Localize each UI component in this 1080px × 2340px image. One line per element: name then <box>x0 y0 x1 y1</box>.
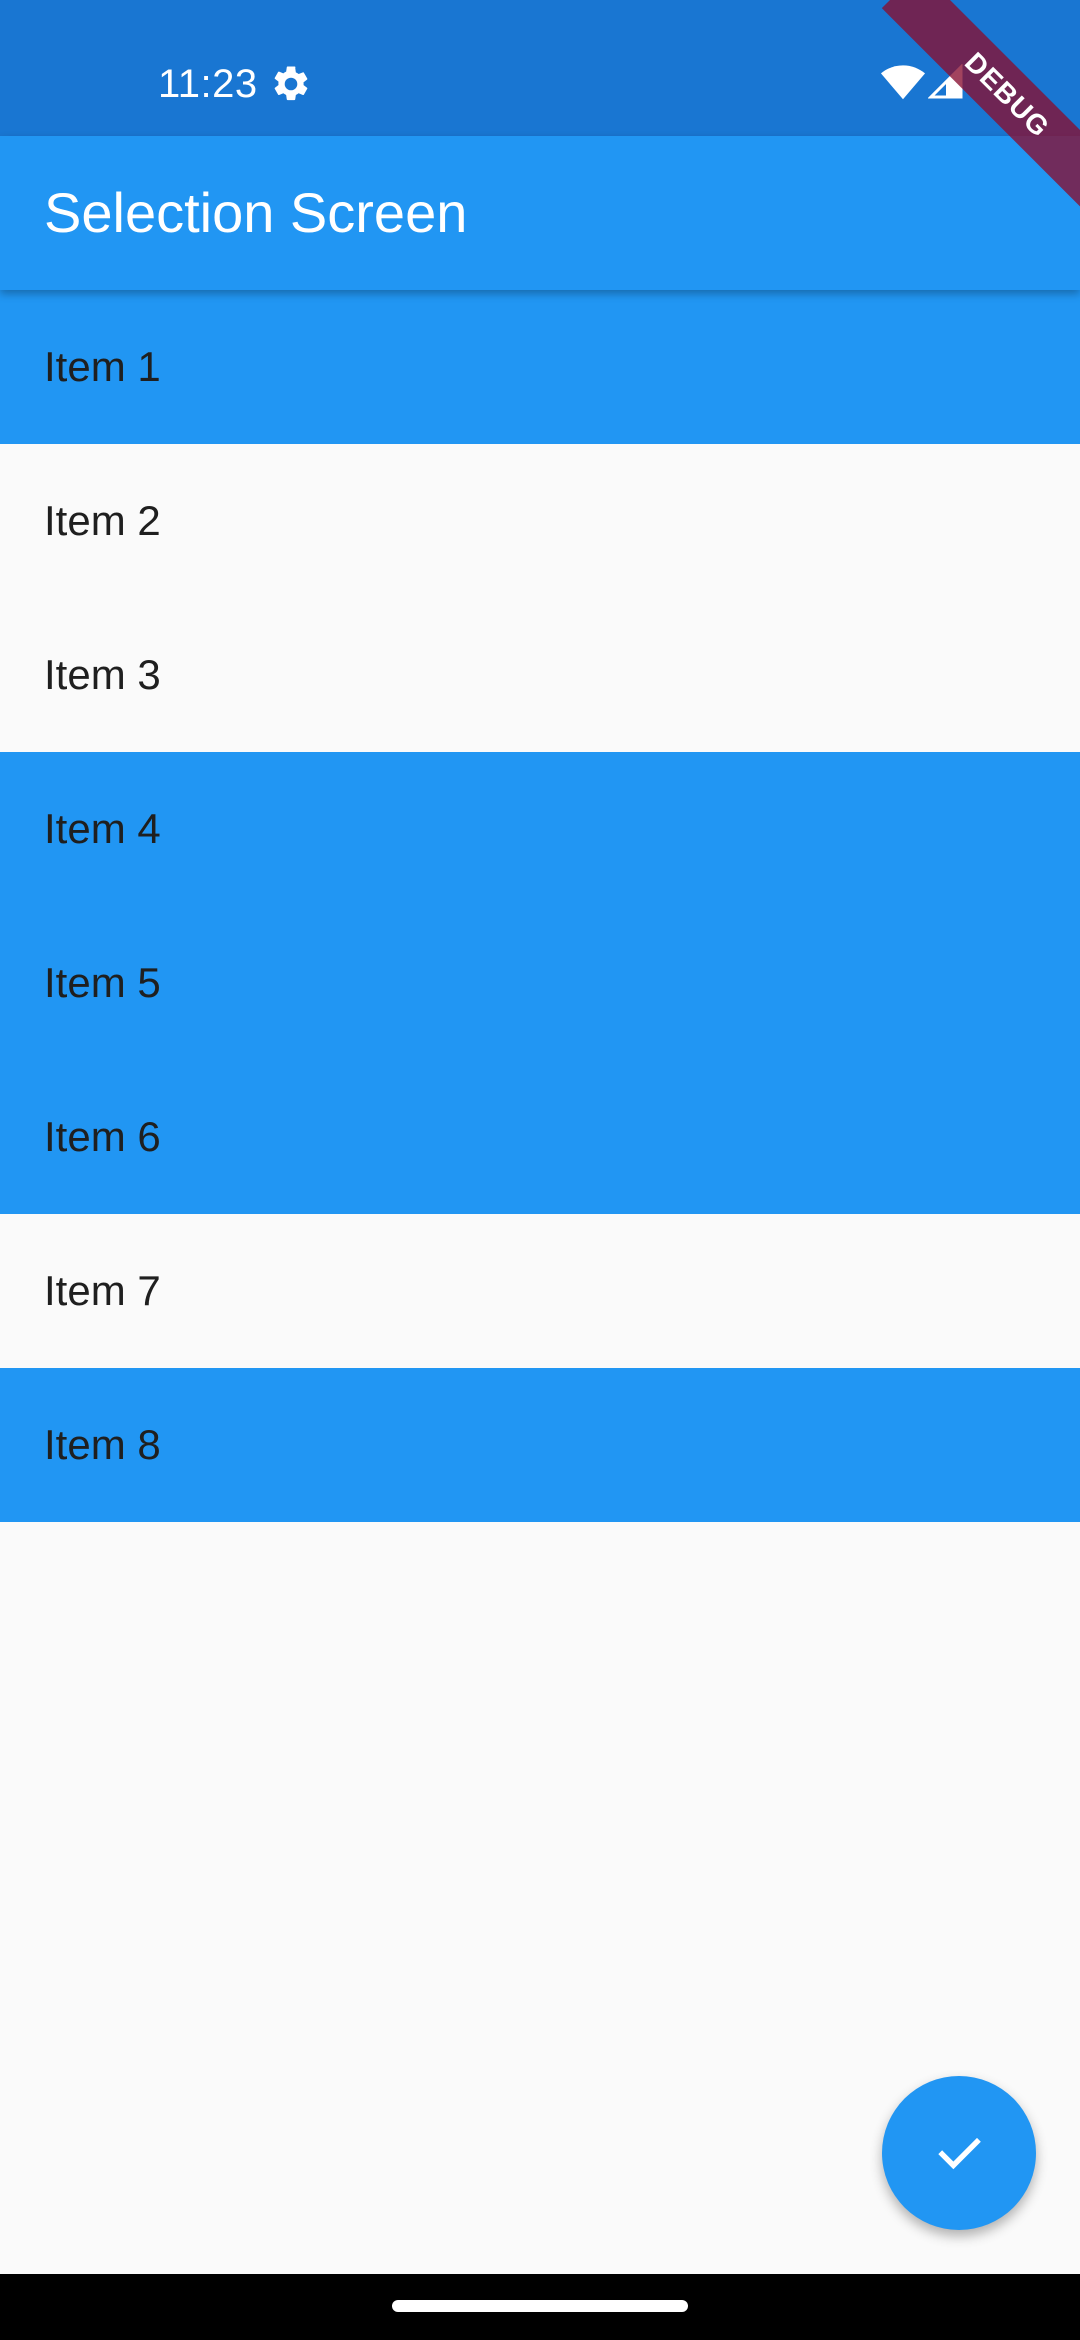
page-title: Selection Screen <box>44 181 468 244</box>
check-icon <box>938 2137 981 2170</box>
list-item-label: Item 8 <box>44 1421 161 1468</box>
list-item-label: Item 2 <box>44 497 161 544</box>
list-item-1[interactable]: Item 1 <box>0 290 1080 444</box>
list-item-3[interactable]: Item 3 <box>0 598 1080 752</box>
list-item-6[interactable]: Item 6 <box>0 1060 1080 1214</box>
list-item-label: Item 7 <box>44 1267 161 1314</box>
list-item-label: Item 4 <box>44 805 161 852</box>
system-nav-bar <box>0 2274 1080 2340</box>
selection-list: Item 1 Item 2 Item 3 Item 4 Item 5 Item … <box>0 290 1080 1522</box>
gear-icon <box>274 66 308 101</box>
list-item-label: Item 3 <box>44 651 161 698</box>
status-time: 11:23 <box>158 62 258 106</box>
list-item-8[interactable]: Item 8 <box>0 1368 1080 1522</box>
list-item-2[interactable]: Item 2 <box>0 444 1080 598</box>
list-item-label: Item 6 <box>44 1113 161 1160</box>
list-item-4[interactable]: Item 4 <box>0 752 1080 906</box>
list-item-5[interactable]: Item 5 <box>0 906 1080 1060</box>
wifi-icon <box>880 65 926 100</box>
list-item-label: Item 5 <box>44 959 161 1006</box>
app-bar: Selection Screen <box>0 136 1080 290</box>
confirm-fab-button[interactable] <box>882 2076 1036 2230</box>
list-item-7[interactable]: Item 7 <box>0 1214 1080 1368</box>
list-item-label: Item 1 <box>44 343 161 390</box>
home-gesture-handle[interactable] <box>392 2300 688 2312</box>
